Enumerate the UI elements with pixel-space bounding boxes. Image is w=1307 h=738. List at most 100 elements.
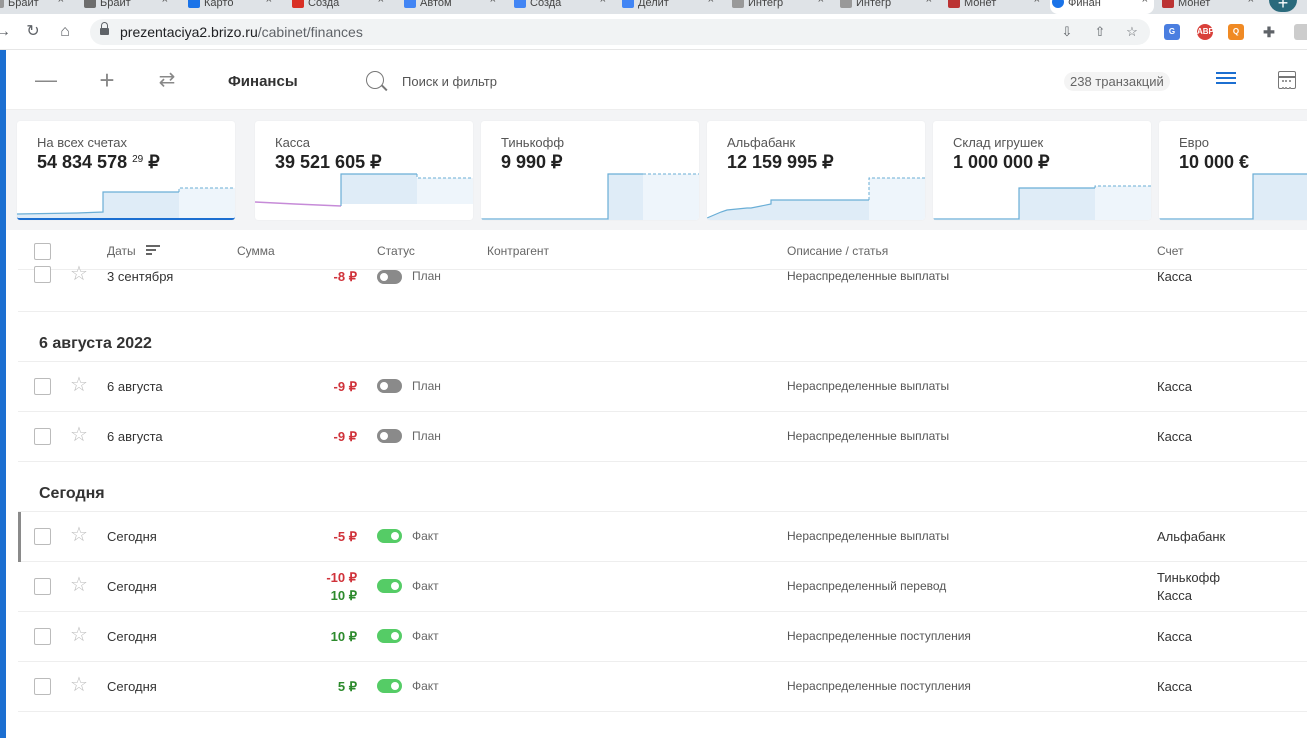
browser-tab[interactable]: Брайт ×	[82, 0, 174, 14]
star-icon[interactable]: ☆	[70, 625, 88, 645]
list-view-icon[interactable]	[1216, 72, 1236, 88]
home-icon[interactable]: ⌂	[54, 21, 76, 43]
browser-tab[interactable]: Монет ×	[946, 0, 1046, 14]
close-icon[interactable]: ×	[818, 0, 824, 6]
status-toggle[interactable]	[377, 270, 402, 284]
row-status: Факт	[412, 679, 439, 693]
account-card-kassa[interactable]: Касса 39 521 605 ₽	[255, 121, 473, 220]
close-icon[interactable]: ×	[162, 0, 168, 6]
browser-tab[interactable]: Карто ×	[186, 0, 278, 14]
star-icon[interactable]: ☆	[70, 525, 88, 545]
star-icon[interactable]: ☆	[70, 264, 88, 284]
profile-icon[interactable]	[1294, 24, 1307, 40]
calendar-icon[interactable]	[1278, 71, 1296, 89]
extension-icon[interactable]: Q	[1228, 24, 1244, 40]
row-date: Сегодня	[107, 529, 157, 544]
row-checkbox[interactable]	[34, 628, 51, 645]
browser-tab[interactable]: Автом ×	[402, 0, 502, 14]
close-icon[interactable]: ×	[378, 0, 384, 6]
reload-icon[interactable]: ↻	[22, 21, 44, 43]
close-icon[interactable]: ×	[708, 0, 714, 6]
status-toggle[interactable]	[377, 679, 402, 693]
tab-favicon	[188, 0, 200, 8]
minus-icon[interactable]: —	[34, 68, 58, 92]
search-input[interactable]: Поиск и фильтр	[402, 74, 497, 89]
star-icon[interactable]: ☆	[70, 575, 88, 595]
browser-tab[interactable]: Созда ×	[512, 0, 612, 14]
url-text: prezentaciya2.brizo.ru/cabinet/finances	[120, 24, 363, 40]
status-toggle[interactable]	[377, 579, 402, 593]
transfer-icon[interactable]: ⇄	[155, 68, 179, 92]
browser-tab-active[interactable]: Финан ×	[1050, 0, 1154, 14]
table-row[interactable]: ☆ 6 августа -9 ₽ План Нераспределенные в…	[18, 362, 1307, 412]
header-counterparty[interactable]: Контрагент	[487, 244, 549, 258]
select-all-checkbox[interactable]	[34, 243, 51, 260]
status-toggle[interactable]	[377, 529, 402, 543]
table-row[interactable]: ☆ 3 сентября -8 ₽ План Нераспределенные …	[18, 264, 1307, 312]
close-icon[interactable]: ×	[266, 0, 272, 6]
close-icon[interactable]: ×	[1034, 0, 1040, 6]
balance-currency: ₽	[148, 152, 160, 172]
table-row[interactable]: ☆ 6 августа -9 ₽ План Нераспределенные в…	[18, 412, 1307, 462]
header-dates[interactable]: Даты	[107, 244, 136, 258]
browser-tab[interactable]: Брайт ×	[0, 0, 70, 14]
translate-extension-icon[interactable]: G	[1164, 24, 1180, 40]
browser-tab[interactable]: Интегр ×	[838, 0, 938, 14]
account-card-tinkoff[interactable]: Тинькофф 9 990 ₽	[481, 121, 699, 220]
status-toggle[interactable]	[377, 429, 402, 443]
status-toggle[interactable]	[377, 629, 402, 643]
close-icon[interactable]: ×	[490, 0, 496, 6]
adblock-extension-icon[interactable]: ABP	[1197, 24, 1214, 40]
star-icon[interactable]: ☆	[70, 675, 88, 695]
back-icon[interactable]: →	[0, 21, 14, 43]
star-icon[interactable]: ☆	[70, 375, 88, 395]
table-row[interactable]: ☆ Сегодня 5 ₽ Факт Нераспределенные пост…	[18, 662, 1307, 712]
new-tab-button[interactable]: +	[1269, 0, 1297, 13]
url-field[interactable]: prezentaciya2.brizo.ru/cabinet/finances …	[90, 19, 1150, 45]
table-row[interactable]: ☆ Сегодня 10 ₽ Факт Нераспределенные пос…	[18, 612, 1307, 662]
table-row[interactable]: ☆ Сегодня -5 ₽ Факт Нераспределенные вып…	[18, 512, 1307, 562]
share-icon[interactable]: ⇧	[1091, 23, 1109, 41]
balance-cents: 29	[132, 154, 144, 165]
header-status[interactable]: Статус	[377, 244, 415, 258]
row-checkbox[interactable]	[34, 578, 51, 595]
account-card-alfabank[interactable]: Альфабанк 12 159 995 ₽	[707, 121, 925, 220]
account-card-euro[interactable]: Евро 10 000 €	[1159, 121, 1307, 220]
sort-icon[interactable]	[146, 245, 160, 255]
star-icon[interactable]: ☆	[70, 425, 88, 445]
account-balance: 54 834 578 29 ₽	[37, 152, 160, 173]
bookmark-star-icon[interactable]: ☆	[1123, 23, 1141, 41]
account-card-sklad[interactable]: Склад игрушек 1 000 000 ₽	[933, 121, 1151, 220]
tab-favicon	[1052, 0, 1064, 8]
browser-tab[interactable]: Созда ×	[290, 0, 390, 14]
search-icon[interactable]	[366, 71, 384, 89]
row-checkbox[interactable]	[34, 378, 51, 395]
browser-tab[interactable]: Делит ×	[620, 0, 720, 14]
row-description: Нераспределенные выплаты	[787, 379, 950, 393]
plus-icon[interactable]: +	[95, 67, 119, 93]
close-icon[interactable]: ×	[58, 0, 64, 6]
install-icon[interactable]: ⇩	[1058, 23, 1076, 41]
balance-sparkline	[933, 185, 1151, 220]
puzzle-icon[interactable]: ✚	[1261, 24, 1277, 40]
row-status: План	[412, 429, 441, 443]
close-icon[interactable]: ×	[1248, 0, 1254, 6]
browser-tab[interactable]: Монет ×	[1160, 0, 1260, 14]
table-row[interactable]: ☆ Сегодня -10 ₽ 10 ₽ Факт Нераспределенн…	[18, 562, 1307, 612]
row-checkbox[interactable]	[34, 678, 51, 695]
row-checkbox[interactable]	[34, 528, 51, 545]
account-card-all[interactable]: На всех счетах 54 834 578 29 ₽	[17, 121, 235, 220]
close-icon[interactable]: ×	[1142, 0, 1148, 6]
close-icon[interactable]: ×	[600, 0, 606, 6]
browser-tab[interactable]: Интегр ×	[730, 0, 830, 14]
header-account[interactable]: Счет	[1157, 244, 1184, 258]
header-amount[interactable]: Сумма	[237, 244, 275, 258]
row-checkbox[interactable]	[34, 266, 51, 283]
row-checkbox[interactable]	[34, 428, 51, 445]
close-icon[interactable]: ×	[926, 0, 932, 6]
header-description[interactable]: Описание / статья	[787, 244, 888, 258]
lock-icon	[100, 22, 109, 36]
status-toggle[interactable]	[377, 379, 402, 393]
account-label: Тинькофф	[501, 135, 565, 150]
account-cards: На всех счетах 54 834 578 29 ₽ Касса 39 …	[6, 110, 1307, 230]
